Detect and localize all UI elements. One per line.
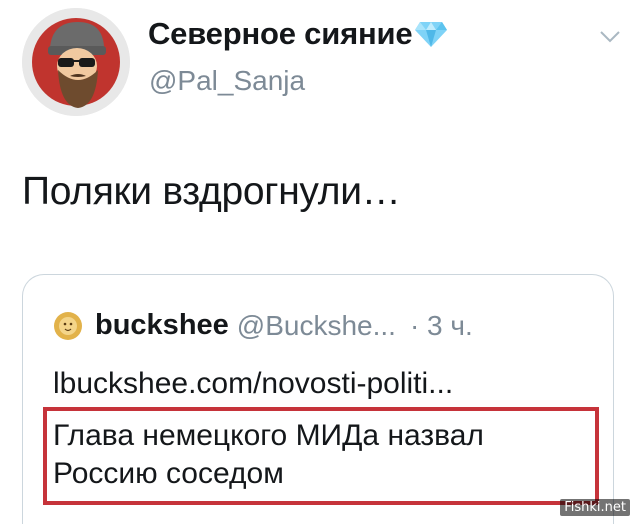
tweet-text: Поляки вздрогнули…: [22, 170, 401, 213]
quoted-tweet-link[interactable]: lbuckshee.com/novosti-politi...: [53, 367, 453, 401]
avatar[interactable]: [22, 8, 130, 116]
quoted-tweet-headline: Глава немецкого МИДа назвал Россию сосед…: [53, 417, 613, 493]
quoted-author-name[interactable]: buckshee: [95, 309, 229, 342]
lion-icon: [54, 311, 82, 340]
author-name-row: Северное сияние: [148, 16, 448, 52]
quoted-tweet-time[interactable]: · 3 ч.: [410, 310, 473, 342]
bearded-man-sunglasses-avatar: [22, 8, 130, 116]
chevron-down-icon[interactable]: [598, 28, 622, 44]
author-display-name[interactable]: Северное сияние: [148, 16, 413, 52]
quoted-author-handle[interactable]: @Buckshe...: [237, 310, 396, 342]
author-handle[interactable]: @Pal_Sanja: [149, 65, 305, 97]
quoted-tweet-header: buckshee @Buckshe... · 3 ч.: [53, 309, 473, 342]
headline-line-2: Россию соседом: [53, 457, 284, 490]
watermark: Fishki.net: [560, 499, 630, 516]
quoted-tweet-card[interactable]: buckshee @Buckshe... · 3 ч. lbuckshee.co…: [22, 274, 614, 524]
headline-line-1: Глава немецкого МИДа назвал: [53, 419, 484, 452]
diamond-icon: [415, 22, 448, 47]
